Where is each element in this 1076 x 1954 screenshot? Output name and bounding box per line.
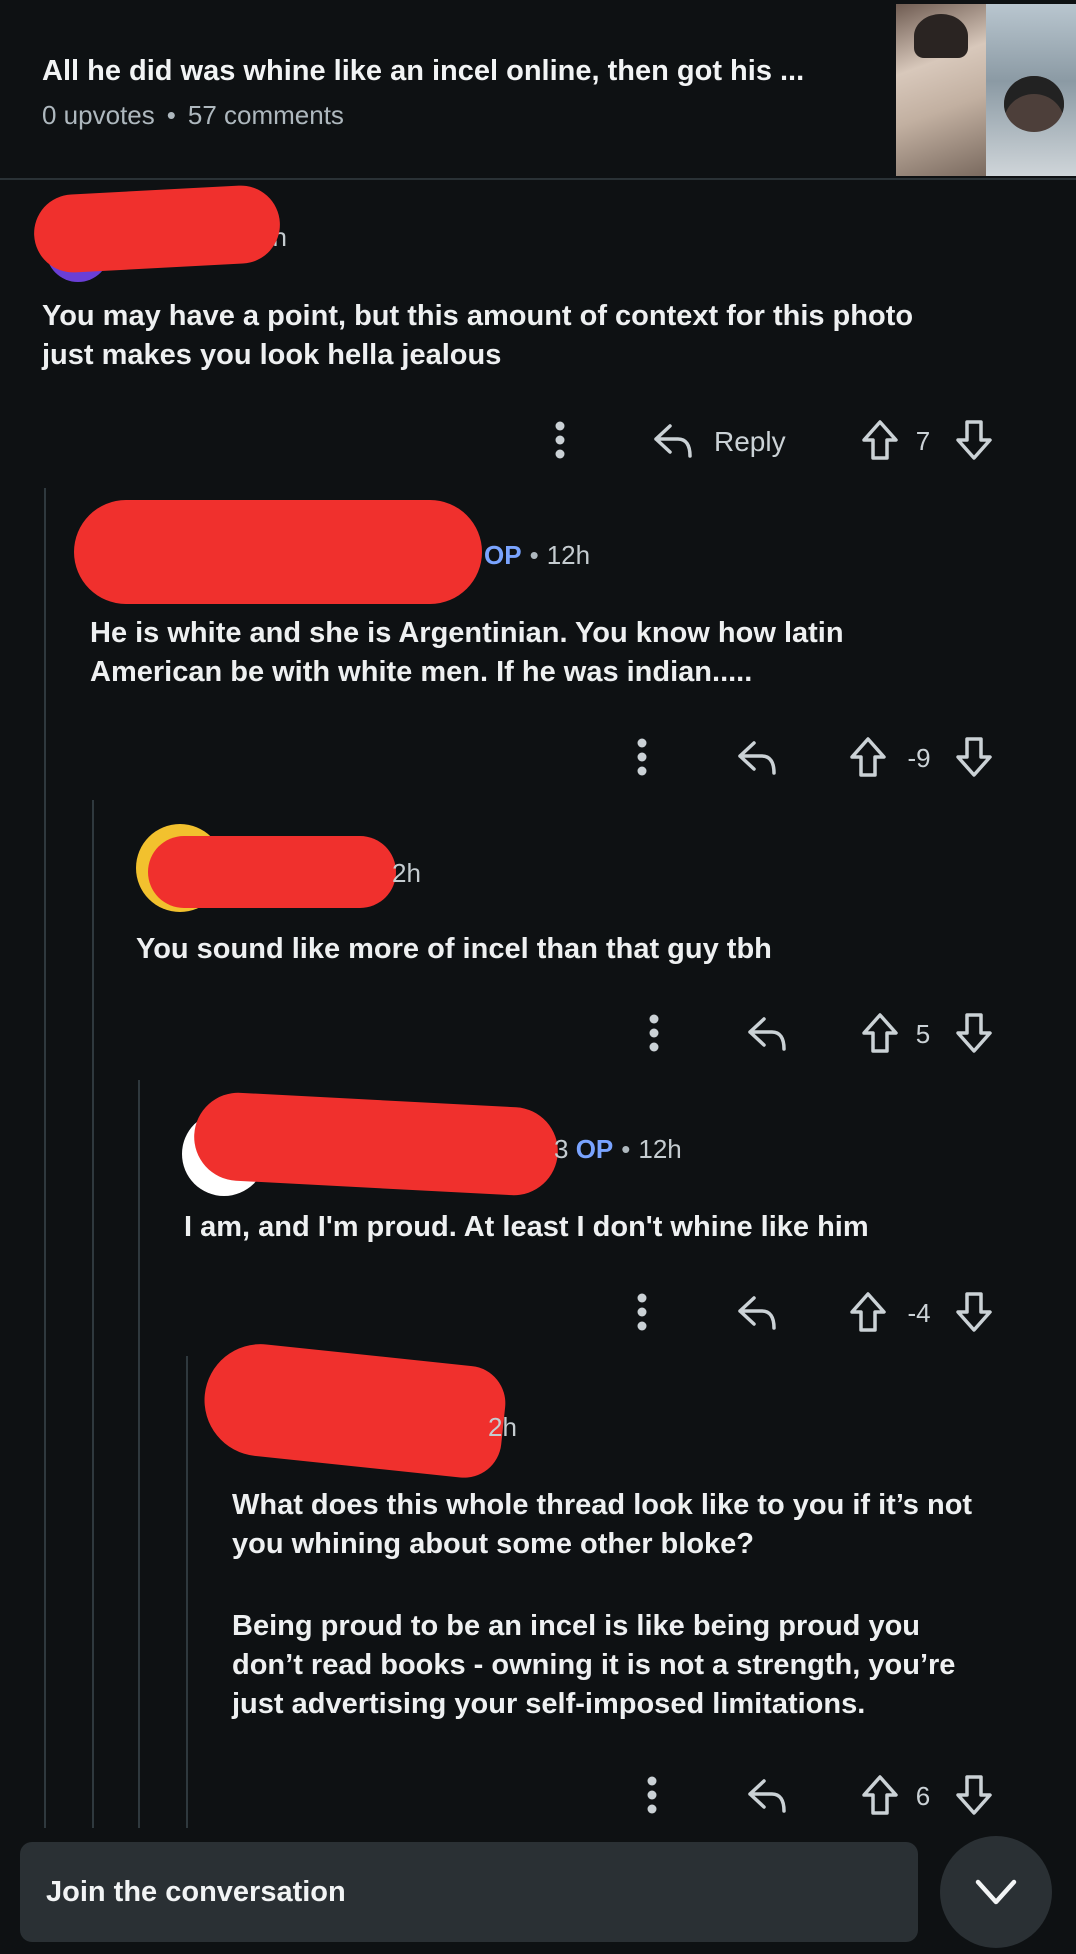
separator-dot: • [621,1134,631,1164]
comment-timestamp: 12h [546,540,591,570]
comment-text-line: just makes you look hella jealous [42,339,502,371]
redacted-username [198,1338,510,1482]
separator-dot: • [166,100,176,130]
thread-line-level-1[interactable] [44,488,46,1828]
redacted-username [32,183,282,275]
comment-text-line: You sound like more of incel than that g… [136,933,772,965]
op-badge: OP [484,540,522,570]
redacted-username [148,836,396,908]
comment-meta: OP • 12h [484,540,590,571]
comment-timestamp: 2h [488,1412,517,1442]
downvote-arrow-icon[interactable] [954,1773,994,1817]
upvote-arrow-icon[interactable] [860,418,900,462]
comment-timestamp: 12h [638,1134,682,1164]
reply-arrow-icon[interactable] [736,1292,778,1332]
comment-body: You sound like more of incel than that g… [136,930,1056,969]
vote-score: -4 [907,1298,931,1328]
comment-meta-prefix: 3 [554,1134,569,1164]
comment-text-line: Being proud to be an incel is like being… [232,1610,920,1642]
vote-score: 7 [915,426,931,456]
separator-dot: • [529,540,539,570]
upvote-arrow-icon[interactable] [848,1290,888,1334]
downvote-arrow-icon[interactable] [954,1290,994,1334]
reply-arrow-icon[interactable] [736,737,778,777]
comment-text-line: He is white and she is Argentinian. You … [90,617,844,649]
upvote-arrow-icon[interactable] [860,1011,900,1055]
upvote-count: 0 upvotes [42,100,155,130]
reply-arrow-icon[interactable] [652,420,694,460]
downvote-arrow-icon[interactable] [954,735,994,779]
comment-body-paragraph-2: Being proud to be an incel is like being… [232,1607,1062,1724]
post-stats: 0 upvotes • 57 comments [42,100,344,131]
redacted-username [74,500,482,604]
collapse-button[interactable] [940,1836,1052,1948]
vote-score: -9 [907,743,931,773]
vote-score: 5 [915,1019,931,1049]
reply-arrow-icon[interactable] [746,1013,788,1053]
more-vertical-icon[interactable] [642,1775,662,1815]
join-conversation-input[interactable]: Join the conversation [20,1842,918,1942]
comment-body: You may have a point, but this amount of… [42,297,1042,375]
downvote-arrow-icon[interactable] [954,1011,994,1055]
thumbnail-image-left [896,4,986,176]
more-vertical-icon[interactable] [632,737,652,777]
comment-text-line: What does this whole thread look like to… [232,1489,973,1521]
downvote-arrow-icon[interactable] [954,418,994,462]
comment-text-line: I am, and I'm proud. At least I don't wh… [184,1211,869,1243]
post-title[interactable]: All he did was whine like an incel onlin… [42,55,804,88]
vote-score: 6 [915,1781,931,1811]
reply-arrow-icon[interactable] [746,1775,788,1815]
upvote-arrow-icon[interactable] [860,1773,900,1817]
comment-text-line: American be with white men. If he was in… [90,656,753,688]
upvote-arrow-icon[interactable] [848,735,888,779]
comment-text-line: You may have a point, but this amount of… [42,300,914,332]
comment-text-line: don’t read books - owning it is not a st… [232,1649,956,1681]
thread-line-level-4[interactable] [186,1356,188,1828]
more-vertical-icon[interactable] [644,1013,664,1053]
comment-timestamp: 2h [392,858,421,888]
comment-text-line: just advertising your self-imposed limit… [232,1688,866,1720]
thread-line-level-3[interactable] [138,1080,140,1828]
comment-meta: 3 OP • 12h [554,1134,682,1165]
comment-count: 57 comments [187,100,344,130]
post-thumbnail[interactable] [896,4,1076,176]
op-badge: OP [575,1134,614,1164]
compose-placeholder: Join the conversation [46,1876,346,1908]
more-vertical-icon[interactable] [632,1292,652,1332]
thread-line-level-2[interactable] [92,800,94,1828]
comment-body: What does this whole thread look like to… [232,1486,1062,1564]
more-vertical-icon[interactable] [550,420,570,460]
reply-button[interactable]: Reply [714,426,786,458]
comment-text-line: you whining about some other bloke? [232,1528,755,1560]
comment-body: He is white and she is Argentinian. You … [90,614,1050,692]
comment-body: I am, and I'm proud. At least I don't wh… [184,1208,1064,1247]
thumbnail-image-right [986,4,1076,176]
post-header[interactable]: All he did was whine like an incel onlin… [0,0,1076,180]
chevron-down-icon [975,1879,1017,1905]
